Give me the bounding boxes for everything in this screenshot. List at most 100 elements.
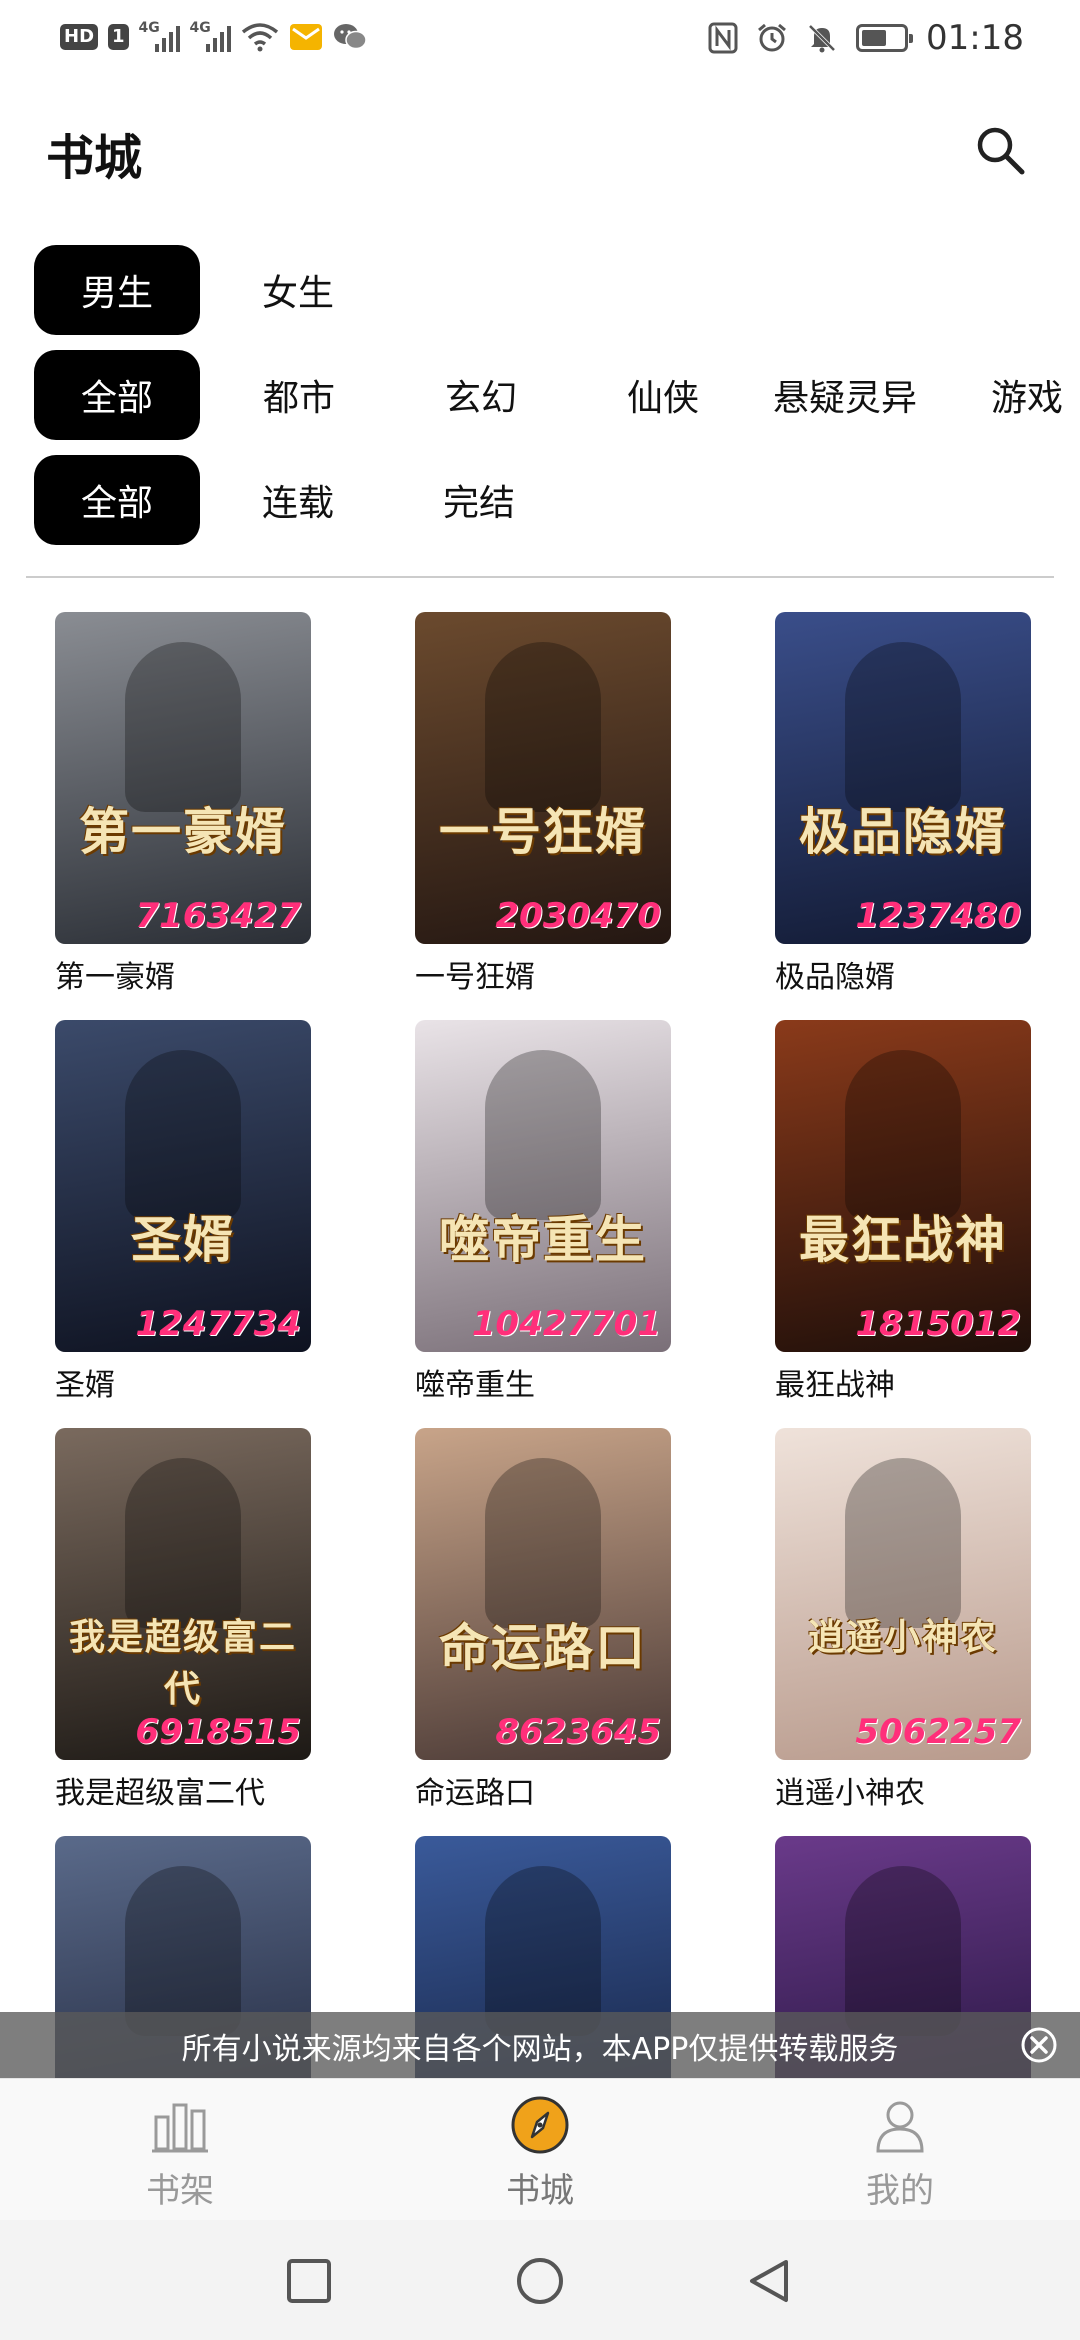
- status-filter: 全部 连载 完结: [34, 455, 577, 545]
- tab-profile[interactable]: 我的: [810, 2095, 990, 2212]
- status-bar: HD 1 4G 4G 01:18: [0, 0, 1080, 80]
- disclaimer-banner: 所有小说来源均来自各个网站，本APP仅提供转载服务: [0, 2012, 1080, 2078]
- cover-title: 最狂战神: [799, 1211, 1007, 1269]
- cover-figure: [485, 1050, 601, 1220]
- cover-figure: [485, 1458, 601, 1628]
- category-chip-suspense[interactable]: 悬疑灵异: [762, 350, 928, 440]
- bookshelf-icon: [152, 2103, 208, 2153]
- cover-figure: [845, 1458, 961, 1628]
- cover-figure: [845, 642, 961, 812]
- recent-square-icon[interactable]: [284, 2256, 334, 2306]
- gender-chip-male[interactable]: 男生: [34, 245, 200, 335]
- category-chip-urban[interactable]: 都市: [216, 350, 382, 440]
- wifi-icon: [241, 23, 278, 52]
- book-card[interactable]: 最狂战神 1815012 最狂战神: [775, 1020, 1031, 1404]
- book-cover[interactable]: 命运路口 8623645: [415, 1428, 671, 1760]
- book-cover[interactable]: 逍遥小神农 5062257: [775, 1428, 1031, 1760]
- book-card[interactable]: 极品隐婿 1237480 极品隐婿: [775, 612, 1031, 996]
- cover-figure: [125, 642, 241, 812]
- status-chip-serializing[interactable]: 连载: [215, 455, 381, 545]
- cover-title: 一号狂婿: [439, 803, 647, 861]
- cover-id: 1247734: [135, 1304, 301, 1344]
- app-header: 书城: [0, 100, 1080, 200]
- hd-badge: HD: [60, 24, 99, 50]
- book-cover[interactable]: 最狂战神 1815012: [775, 1020, 1031, 1352]
- category-chip-all[interactable]: 全部: [34, 350, 200, 440]
- book-card[interactable]: 命运路口 8623645 命运路口: [415, 1428, 671, 1812]
- category-chip-fantasy[interactable]: 玄幻: [398, 350, 564, 440]
- cover-id: 10427701: [471, 1304, 661, 1344]
- category-chip-xianxia[interactable]: 仙侠: [580, 350, 746, 440]
- book-title[interactable]: 逍遥小神农: [775, 1768, 1031, 1812]
- book-title[interactable]: 圣婿: [55, 1360, 311, 1404]
- cover-id: 1815012: [855, 1304, 1021, 1344]
- tab-bookstore-label: 书城: [506, 2171, 574, 2211]
- book-cover[interactable]: 圣婿 1247734: [55, 1020, 311, 1352]
- cover-id: 5062257: [855, 1712, 1021, 1752]
- book-card[interactable]: 逍遥小神农 5062257 逍遥小神农: [775, 1428, 1031, 1812]
- book-card[interactable]: 一号狂婿 2030470 一号狂婿: [415, 612, 671, 996]
- back-triangle-icon[interactable]: [744, 2256, 794, 2306]
- cover-figure: [125, 1866, 241, 2036]
- cover-title: 命运路口: [439, 1619, 647, 1677]
- cover-title: 圣婿: [131, 1211, 235, 1269]
- book-card[interactable]: 第一豪婿 7163427 第一豪婿: [55, 612, 311, 996]
- signal-label-2: 4G: [189, 20, 211, 36]
- book-card[interactable]: 圣婿 1247734 圣婿: [55, 1020, 311, 1404]
- disclaimer-text: 所有小说来源均来自各个网站，本APP仅提供转载服务: [181, 2032, 899, 2067]
- book-cover[interactable]: 我是超级富二代 6918515: [55, 1428, 311, 1760]
- tab-bookshelf[interactable]: 书架: [90, 2095, 270, 2212]
- cover-id: 6918515: [135, 1712, 301, 1752]
- status-right: 01:18: [708, 18, 1024, 58]
- cover-id: 1237480: [855, 896, 1021, 936]
- book-cover[interactable]: 第一豪婿 7163427: [55, 612, 311, 944]
- cover-id: 7163427: [135, 896, 301, 936]
- signal-icon-2: 4G: [189, 20, 231, 52]
- filter-divider: [26, 576, 1054, 578]
- battery-icon: [856, 24, 914, 52]
- category-filter: 全部 都市 玄幻 仙侠 悬疑灵异 游戏: [34, 350, 1080, 440]
- cover-title: 我是超级富二代: [68, 1617, 297, 1710]
- battery-fill: [862, 30, 887, 46]
- book-title[interactable]: 一号狂婿: [415, 952, 671, 996]
- book-cover[interactable]: 一号狂婿 2030470: [415, 612, 671, 944]
- cover-id: 2030470: [495, 896, 661, 936]
- tab-bookstore[interactable]: 书城: [450, 2095, 630, 2212]
- cover-title: 噬帝重生: [439, 1211, 647, 1269]
- close-circle-icon[interactable]: [1020, 2026, 1058, 2064]
- status-chip-all[interactable]: 全部: [34, 455, 200, 545]
- cover-figure: [845, 1050, 961, 1220]
- category-chip-game[interactable]: 游戏: [944, 350, 1080, 440]
- gender-filter: 男生 女生: [34, 245, 396, 335]
- book-card[interactable]: 噬帝重生 10427701 噬帝重生: [415, 1020, 671, 1404]
- tab-bookshelf-label: 书架: [146, 2171, 214, 2211]
- book-card[interactable]: 我是超级富二代 6918515 我是超级富二代: [55, 1428, 311, 1812]
- book-title[interactable]: 最狂战神: [775, 1360, 1031, 1404]
- compass-icon: [511, 2096, 569, 2154]
- mute-bell-icon: [808, 24, 836, 53]
- person-icon: [876, 2101, 924, 2153]
- gender-chip-female[interactable]: 女生: [215, 245, 381, 335]
- cover-id: 8623645: [495, 1712, 661, 1752]
- wechat-icon: [333, 24, 367, 50]
- cover-figure: [125, 1050, 241, 1220]
- page-title: 书城: [46, 130, 143, 186]
- cover-figure: [485, 1866, 601, 2036]
- book-cover[interactable]: 噬帝重生 10427701: [415, 1020, 671, 1352]
- book-title[interactable]: 我是超级富二代: [55, 1768, 311, 1812]
- book-title[interactable]: 噬帝重生: [415, 1360, 671, 1404]
- alarm-icon: [758, 23, 786, 52]
- mail-notification-icon: [289, 24, 322, 50]
- status-chip-completed[interactable]: 完结: [396, 455, 562, 545]
- book-cover[interactable]: 极品隐婿 1237480: [775, 612, 1031, 944]
- status-left: HD 1 4G 4G: [60, 20, 367, 52]
- signal-icon: 4G: [139, 20, 180, 52]
- book-title[interactable]: 极品隐婿: [775, 952, 1031, 996]
- cover-title: 极品隐婿: [799, 803, 1007, 861]
- book-title[interactable]: 命运路口: [415, 1768, 671, 1812]
- search-icon[interactable]: [972, 122, 1028, 178]
- book-title[interactable]: 第一豪婿: [55, 952, 311, 996]
- cover-figure: [845, 1866, 961, 2036]
- home-circle-icon[interactable]: [515, 2256, 565, 2306]
- sim-badge: 1: [108, 24, 129, 50]
